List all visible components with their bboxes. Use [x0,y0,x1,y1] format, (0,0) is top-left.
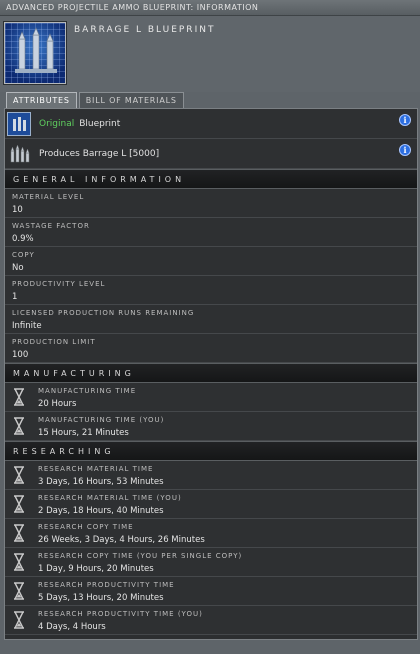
attributes-panel: Original Blueprint i Produces Barrage L … [4,108,418,640]
blueprint-label: Blueprint [79,118,121,129]
prop-label: MATERIAL LEVEL [12,193,85,201]
copy-prop: COPY No [5,247,417,276]
info-icon[interactable]: i [399,114,411,126]
ammo-icon [10,143,30,162]
research-productivity-time-you-row: RESEARCH PRODUCTIVITY TIME (YOU) 4 Days,… [5,606,417,635]
prop-value: 0.9% [12,234,34,244]
prop-label: WASTAGE FACTOR [12,222,90,230]
time-value: 5 Days, 13 Hours, 20 Minutes [38,593,164,603]
manufacturing-time-you-row: MANUFACTURING TIME (YOU) 15 Hours, 21 Mi… [5,412,417,441]
hourglass-icon [14,611,24,629]
wastage-factor-prop: WASTAGE FACTOR 0.9% [5,218,417,247]
time-value: 3 Days, 16 Hours, 53 Minutes [38,477,164,487]
prop-label: LICENSED PRODUCTION RUNS REMAINING [12,309,195,317]
time-label: RESEARCH COPY TIME (YOU PER SINGLE COPY) [38,552,243,560]
tab-bar: ATTRIBUTES BILL OF MATERIALS [6,92,186,108]
research-copy-time-row: RESEARCH COPY TIME 26 Weeks, 3 Days, 4 H… [5,519,417,548]
info-icon[interactable]: i [399,144,411,156]
time-label: RESEARCH MATERIAL TIME (YOU) [38,494,182,502]
time-label: MANUFACTURING TIME [38,387,137,395]
blueprint-icon [4,22,66,84]
hourglass-icon [14,388,24,406]
licensed-runs-prop: LICENSED PRODUCTION RUNS REMAINING Infin… [5,305,417,334]
window-title: ADVANCED PROJECTILE AMMO BLUEPRINT: INFO… [0,0,420,16]
hourglass-icon [14,582,24,600]
researching-header: RESEARCHING [5,441,417,461]
time-value: 15 Hours, 21 Minutes [38,428,129,438]
productivity-level-prop: PRODUCTIVITY LEVEL 1 [5,276,417,305]
prop-value: Infinite [12,321,42,331]
hourglass-icon [14,495,24,513]
time-label: RESEARCH PRODUCTIVITY TIME [38,581,175,589]
material-level-prop: MATERIAL LEVEL 10 [5,189,417,218]
research-productivity-time-row: RESEARCH PRODUCTIVITY TIME 5 Days, 13 Ho… [5,577,417,606]
time-value: 1 Day, 9 Hours, 20 Minutes [38,564,154,574]
blueprint-small-icon [7,111,31,136]
prop-label: PRODUCTIVITY LEVEL [12,280,106,288]
tab-attributes[interactable]: ATTRIBUTES [6,92,77,108]
original-label: Original [39,118,75,129]
manufacturing-time-row: MANUFACTURING TIME 20 Hours [5,383,417,412]
production-limit-prop: PRODUCTION LIMIT 100 [5,334,417,363]
prop-label: COPY [12,251,35,259]
time-value: 20 Hours [38,399,77,409]
tab-bill-of-materials[interactable]: BILL OF MATERIALS [78,92,184,108]
time-value: 2 Days, 18 Hours, 40 Minutes [38,506,164,516]
manufacturing-header: MANUFACTURING [5,363,417,383]
time-label: RESEARCH COPY TIME [38,523,134,531]
hourglass-icon [14,466,24,484]
prop-value: 10 [12,205,23,215]
research-material-time-you-row: RESEARCH MATERIAL TIME (YOU) 2 Days, 18 … [5,490,417,519]
time-label: MANUFACTURING TIME (YOU) [38,416,165,424]
time-value: 26 Weeks, 3 Days, 4 Hours, 26 Minutes [38,535,205,545]
produces-row: Produces Barrage L [5000] i [5,139,417,169]
prop-value: 100 [12,350,29,360]
time-value: 4 Days, 4 Hours [38,622,106,632]
prop-value: 1 [12,292,18,302]
time-label: RESEARCH PRODUCTIVITY TIME (YOU) [38,610,203,618]
window-footer [0,640,420,654]
time-label: RESEARCH MATERIAL TIME [38,465,154,473]
research-material-time-row: RESEARCH MATERIAL TIME 3 Days, 16 Hours,… [5,461,417,490]
hourglass-icon [14,417,24,435]
prop-label: PRODUCTION LIMIT [12,338,96,346]
prop-value: No [12,263,24,273]
general-information-header: GENERAL INFORMATION [5,169,417,189]
blueprint-type-row: Original Blueprint i [5,109,417,139]
item-name: BARRAGE L BLUEPRINT [74,25,216,35]
research-copy-time-you-row: RESEARCH COPY TIME (YOU PER SINGLE COPY)… [5,548,417,577]
item-header: BARRAGE L BLUEPRINT [0,16,420,92]
hourglass-icon [14,524,24,542]
hourglass-icon [14,553,24,571]
produces-label: Produces Barrage L [5000] [39,148,160,159]
